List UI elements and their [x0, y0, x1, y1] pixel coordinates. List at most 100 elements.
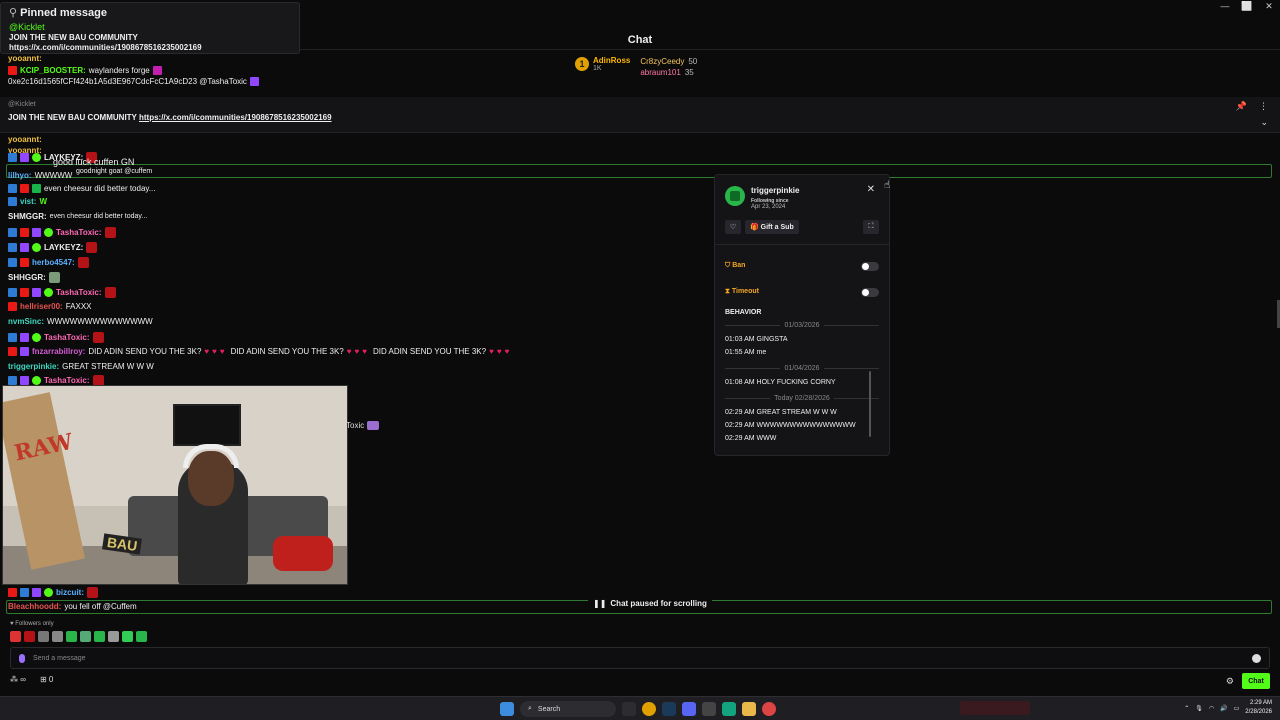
- chat-message[interactable]: good luck cuffen GN: [53, 157, 134, 167]
- windows-start-icon[interactable]: [500, 702, 514, 716]
- chat-message[interactable]: 0xe2c16d1565fCFf424b1A5d3E967CdcFcC1A9cD…: [8, 77, 259, 86]
- battery-icon[interactable]: ▭: [1234, 705, 1240, 712]
- chat-input[interactable]: [10, 647, 1270, 669]
- mic-icon[interactable]: [19, 653, 25, 663]
- emote[interactable]: [108, 631, 119, 642]
- chat-message[interactable]: herbo4547:: [8, 257, 89, 268]
- gift-icon: ⊞: [39, 675, 47, 684]
- leaderboard-entry[interactable]: abraum101 35: [640, 67, 697, 78]
- chat-message[interactable]: SHMGGR: even cheesur did better today...: [8, 212, 147, 221]
- chat-message[interactable]: vist: W: [8, 197, 47, 206]
- chat-message[interactable]: yooannt:: [8, 54, 42, 63]
- emote[interactable]: [52, 631, 63, 642]
- volume-icon[interactable]: 🔊: [1220, 705, 1227, 712]
- avatar[interactable]: [725, 186, 745, 206]
- pin-icon[interactable]: 📌: [1236, 101, 1247, 112]
- leaderboard-top-count: 1K: [593, 65, 602, 72]
- timeout-row: ⧗ Timeout: [725, 279, 879, 305]
- date-divider: 01/04/2026: [725, 365, 879, 372]
- ban-toggle[interactable]: [861, 261, 879, 271]
- chat-message[interactable]: yooannt:: [8, 135, 42, 144]
- emote[interactable]: [136, 631, 147, 642]
- folder-icon[interactable]: [742, 702, 756, 716]
- chat-paused-indicator[interactable]: ❚❚ Chat paused for scrolling: [588, 597, 712, 610]
- chat-message[interactable]: TashaToxic:: [8, 287, 116, 298]
- emote[interactable]: [94, 631, 105, 642]
- pause-icon: ❚❚: [593, 599, 607, 608]
- date-divider: Today 02/28/2026: [725, 395, 879, 402]
- chat-message[interactable]: KCIP_BOOSTER: waylanders forge: [8, 66, 162, 75]
- emote[interactable]: [66, 631, 77, 642]
- leaderboard-entry[interactable]: Cr8zyCeedy 50: [640, 56, 697, 67]
- chat-message[interactable]: goodnight goat @cuffem: [76, 168, 152, 175]
- emoji-icon[interactable]: [1252, 653, 1261, 663]
- steam-icon[interactable]: [662, 702, 676, 716]
- points-icon: ⁂: [10, 675, 18, 684]
- chat-message[interactable]: nvmSinc: WWWWWWWWWWWWWW: [8, 317, 153, 326]
- chat-message[interactable]: SHHGGR:: [8, 272, 60, 283]
- chrome-icon[interactable]: [642, 702, 656, 716]
- emote[interactable]: [10, 631, 21, 642]
- behavior-label: BEHAVIOR: [725, 309, 762, 316]
- user-card-username[interactable]: triggerpinkie: [751, 186, 799, 195]
- pinned-popup-link[interactable]: https://x.com/i/communities/190867851623…: [9, 43, 291, 52]
- emote[interactable]: [122, 631, 133, 642]
- chat-message[interactable]: LAYKEYZ:: [8, 242, 98, 253]
- emote[interactable]: [24, 631, 35, 642]
- send-chat-button[interactable]: Chat: [1242, 673, 1270, 689]
- pinned-message-bar[interactable]: @Kicklet JOIN THE NEW BAU COMMUNITY http…: [0, 97, 1280, 133]
- message-input[interactable]: [33, 654, 1252, 662]
- pinned-link[interactable]: https://x.com/i/communities/190867851623…: [139, 113, 332, 122]
- behavior-scrollbar[interactable]: [869, 371, 871, 437]
- chrome-icon[interactable]: [762, 702, 776, 716]
- chat-message[interactable]: TashaToxic:: [8, 332, 104, 343]
- close-icon[interactable]: ✕: [867, 184, 875, 195]
- pin-actions: 📌 ⋮: [1236, 101, 1268, 112]
- chat-message[interactable]: lilhyo: WWWWW: [8, 171, 72, 180]
- webcam-overlay: RAW BAU: [2, 385, 348, 585]
- minimize-button[interactable]: —: [1214, 0, 1236, 12]
- chevron-down-icon[interactable]: ⌄: [1260, 117, 1268, 128]
- emote[interactable]: [38, 631, 49, 642]
- leaderboard-top[interactable]: 1 AdinRoss 1K: [575, 56, 630, 72]
- chat-message[interactable]: bizcuit:: [8, 587, 98, 598]
- chat-footer: ⁂ ∞ ⊞ 0: [10, 675, 53, 684]
- close-window-button[interactable]: ✕: [1258, 0, 1280, 12]
- behavior-entry: 02:29 AM WWWWWWWWWWWWWWW: [725, 422, 856, 429]
- wifi-icon[interactable]: ◠: [1209, 705, 1214, 712]
- search-icon: ⌕: [528, 705, 532, 712]
- mic-tray-icon[interactable]: 🎙: [1195, 705, 1203, 712]
- chat-message[interactable]: fnzarrabillroy: DID ADIN SEND YOU THE 3K?…: [8, 347, 512, 356]
- follow-heart-button[interactable]: ♡: [725, 220, 741, 234]
- gift-count[interactable]: ⊞ 0: [40, 675, 53, 684]
- kick-points[interactable]: ⁂ ∞: [10, 675, 26, 684]
- gift-sub-button[interactable]: 🎁 Gift a Sub: [745, 220, 799, 234]
- emote-bar: [10, 631, 147, 642]
- chat-message[interactable]: TashaToxic:: [8, 227, 116, 238]
- rank-badge: 1: [575, 57, 589, 71]
- gear-icon[interactable]: ⚙: [1226, 676, 1234, 687]
- pinned-message-popup[interactable]: Pinned message @Kicklet JOIN THE NEW BAU…: [0, 2, 300, 54]
- chat-message[interactable]: triggerpinkie: GREAT STREAM W W W: [8, 362, 154, 371]
- pinned-popup-author[interactable]: @Kicklet: [9, 22, 291, 32]
- tv-shape: [173, 404, 241, 446]
- emote[interactable]: [80, 631, 91, 642]
- more-actions-button[interactable]: ⛶: [863, 220, 879, 234]
- chat-title: Chat: [627, 34, 653, 46]
- leaderboard-list: Cr8zyCeedy 50 abraum101 35: [640, 56, 697, 78]
- app-icon[interactable]: [702, 702, 716, 716]
- discord-icon[interactable]: [682, 702, 696, 716]
- more-options-icon[interactable]: ⋮: [1259, 101, 1268, 112]
- taskbar-search[interactable]: ⌕ Search: [520, 701, 616, 717]
- chat-message[interactable]: even cheesur did better today...: [8, 184, 155, 193]
- app-icon[interactable]: [722, 702, 736, 716]
- timeout-toggle[interactable]: [861, 287, 879, 297]
- gift-icon: 🎁: [750, 224, 761, 231]
- clock[interactable]: 2:29 AM 2/28/2026: [1245, 699, 1272, 717]
- maximize-button[interactable]: ⬜: [1236, 0, 1258, 12]
- chat-input-area: ♥ Followers only ⁂ ∞ ⊞ 0 ⚙ Chat: [0, 617, 1280, 695]
- app-icon[interactable]: [622, 702, 636, 716]
- chat-message[interactable]: hellriser00: FAXXX: [8, 302, 92, 311]
- chevron-up-icon[interactable]: ⌃: [1184, 705, 1189, 712]
- behavior-entry: 02:29 AM GREAT STREAM W W W: [725, 409, 837, 416]
